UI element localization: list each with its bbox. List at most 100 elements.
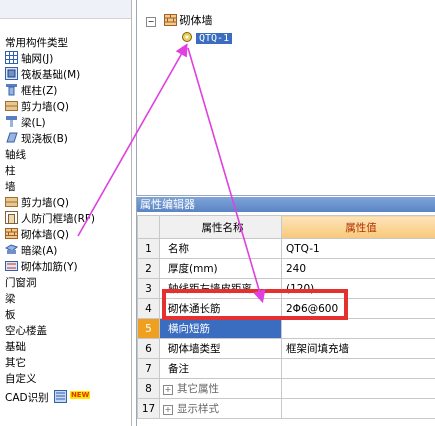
row-number: 1 xyxy=(137,238,160,259)
property-group-row[interactable]: 17 + 显示样式 xyxy=(137,398,435,419)
component-list-panel: − 砌体墙 QTQ-1 xyxy=(136,0,435,196)
nav-item-wall[interactable]: 墙 xyxy=(5,179,16,195)
nav-item-label: 空心楼盖 xyxy=(5,325,47,337)
nav-item-beam[interactable]: 梁(L) xyxy=(5,115,46,131)
property-value xyxy=(281,398,435,419)
column-header-value: 属性值 xyxy=(281,215,435,239)
property-value xyxy=(281,378,435,399)
property-name: 名称 xyxy=(159,238,282,259)
nav-item-axis[interactable]: 轴线 xyxy=(5,147,26,163)
row-number: 5 xyxy=(137,318,160,339)
property-row-active[interactable]: 5 横向短筋 xyxy=(137,318,435,339)
nav-item-label: 墙 xyxy=(5,181,16,193)
nav-item-custom[interactable]: 自定义 xyxy=(5,371,37,387)
nav-item-label: 柱 xyxy=(5,165,16,177)
nav-item-shear-wall[interactable]: 剪力墙(Q) xyxy=(5,195,69,211)
nav-item-label: 暗梁(A) xyxy=(21,245,58,257)
hidden-beam-icon xyxy=(4,243,19,256)
column-icon xyxy=(5,83,18,96)
nav-item-label: 轴网(J) xyxy=(21,53,54,65)
nav-item-column[interactable]: 柱 xyxy=(5,163,16,179)
nav-item-civil-defense-door-wall[interactable]: 人防门框墙(RF) xyxy=(5,211,95,227)
shear-wall-icon xyxy=(5,195,18,208)
property-value[interactable]: QTQ-1 xyxy=(281,238,435,259)
nav-item-foundation[interactable]: 基础 xyxy=(5,339,26,355)
tree-item-label: QTQ-1 xyxy=(196,33,233,44)
nav-item-cast-slab[interactable]: 现浇板(B) xyxy=(5,131,68,147)
nav-item-label: 其它 xyxy=(5,357,26,369)
nav-item-masonry-reinforcement[interactable]: 砌体加筋(Y) xyxy=(5,259,78,275)
nav-item-label: 筏板基础(M) xyxy=(21,69,81,81)
cad-icon xyxy=(53,390,67,403)
nav-item-common-types[interactable]: 常用构件类型 xyxy=(5,35,68,51)
nav-item-label: 砌体加筋(Y) xyxy=(21,261,78,273)
nav-item-label: CAD识别 xyxy=(5,392,49,404)
property-value[interactable]: 框架间填充墙 xyxy=(281,338,435,359)
new-badge: NEW xyxy=(69,391,91,399)
row-number: 3 xyxy=(137,278,160,299)
row-number: 17 xyxy=(137,398,160,419)
nav-item-label: 人防门框墙(RF) xyxy=(21,213,96,225)
nav-item-frame-column[interactable]: 框柱(Z) xyxy=(5,83,57,99)
shear-wall-icon xyxy=(5,99,18,112)
component-gear-icon xyxy=(181,31,193,43)
nav-item-masonry-wall[interactable]: 砌体墙(Q) xyxy=(5,227,69,243)
expand-icon[interactable]: + xyxy=(163,405,173,415)
nav-item-slab-group[interactable]: 板 xyxy=(5,307,16,323)
property-row[interactable]: 6 砌体墙类型 框架间填充墙 xyxy=(137,338,435,359)
collapse-icon[interactable]: − xyxy=(146,17,156,27)
raft-foundation-icon xyxy=(5,67,18,80)
property-value[interactable] xyxy=(281,318,435,339)
nav-item-label: 基础 xyxy=(5,341,26,353)
property-row[interactable]: 1 名称 QTQ-1 xyxy=(137,238,435,259)
nav-item-axis-grid[interactable]: 轴网(J) xyxy=(5,51,53,67)
property-row[interactable]: 7 备注 xyxy=(137,358,435,379)
property-group-name: 其它属性 xyxy=(177,383,219,395)
property-name: 厚度(mm) xyxy=(159,258,282,279)
property-value[interactable] xyxy=(281,358,435,379)
nav-item-raft-foundation[interactable]: 筏板基础(M) xyxy=(5,67,80,83)
masonry-wall-icon xyxy=(5,227,18,240)
nav-item-label: 框柱(Z) xyxy=(21,85,58,97)
nav-item-label: 常用构件类型 xyxy=(5,37,68,49)
tree-item-qtq1[interactable]: QTQ-1 xyxy=(181,31,233,45)
door-frame-wall-icon xyxy=(5,211,18,224)
left-panel-toolbar xyxy=(0,0,131,19)
nav-item-label: 轴线 xyxy=(5,149,26,161)
property-name: 砌体墙类型 xyxy=(159,338,282,359)
nav-item-label: 梁 xyxy=(5,293,16,305)
masonry-wall-icon xyxy=(163,14,177,26)
tree-root[interactable]: − 砌体墙 xyxy=(146,14,213,28)
nav-item-cad-recognition[interactable]: CAD识别 NEW xyxy=(5,387,91,404)
row-number: 4 xyxy=(137,298,160,319)
nav-item-label: 砌体墙(Q) xyxy=(21,229,69,241)
row-number: 8 xyxy=(137,378,160,399)
tree-root-label: 砌体墙 xyxy=(179,14,213,27)
property-group-row[interactable]: 8 + 其它属性 xyxy=(137,378,435,399)
masonry-rebar-icon xyxy=(5,259,18,272)
row-number-header xyxy=(137,215,160,239)
property-grid-header: 属性名称 属性值 xyxy=(137,215,435,239)
beam-icon xyxy=(5,115,18,128)
nav-item-beam-group[interactable]: 梁 xyxy=(5,291,16,307)
property-group-name: 显示样式 xyxy=(177,403,219,415)
expand-icon[interactable]: + xyxy=(163,385,173,395)
nav-item-label: 梁(L) xyxy=(21,117,46,129)
property-value[interactable]: 240 xyxy=(281,258,435,279)
row-number: 2 xyxy=(137,258,160,279)
nav-item-shear-wall-common[interactable]: 剪力墙(Q) xyxy=(5,99,69,115)
row-number: 6 xyxy=(137,338,160,359)
nav-item-hollow-floor[interactable]: 空心楼盖 xyxy=(5,323,47,339)
property-editor-title: 属性编辑器 xyxy=(137,197,435,212)
slab-icon xyxy=(5,131,18,144)
property-name: 备注 xyxy=(159,358,282,379)
property-row[interactable]: 2 厚度(mm) 240 xyxy=(137,258,435,279)
nav-item-door-window-opening[interactable]: 门窗洞 xyxy=(5,275,37,291)
nav-item-label: 剪力墙(Q) xyxy=(21,197,69,209)
row-number: 7 xyxy=(137,358,160,379)
grid-icon xyxy=(5,51,18,64)
nav-item-label: 门窗洞 xyxy=(5,277,37,289)
column-header-name: 属性名称 xyxy=(159,215,282,239)
nav-item-other[interactable]: 其它 xyxy=(5,355,26,371)
nav-item-hidden-beam[interactable]: 暗梁(A) xyxy=(4,243,58,259)
